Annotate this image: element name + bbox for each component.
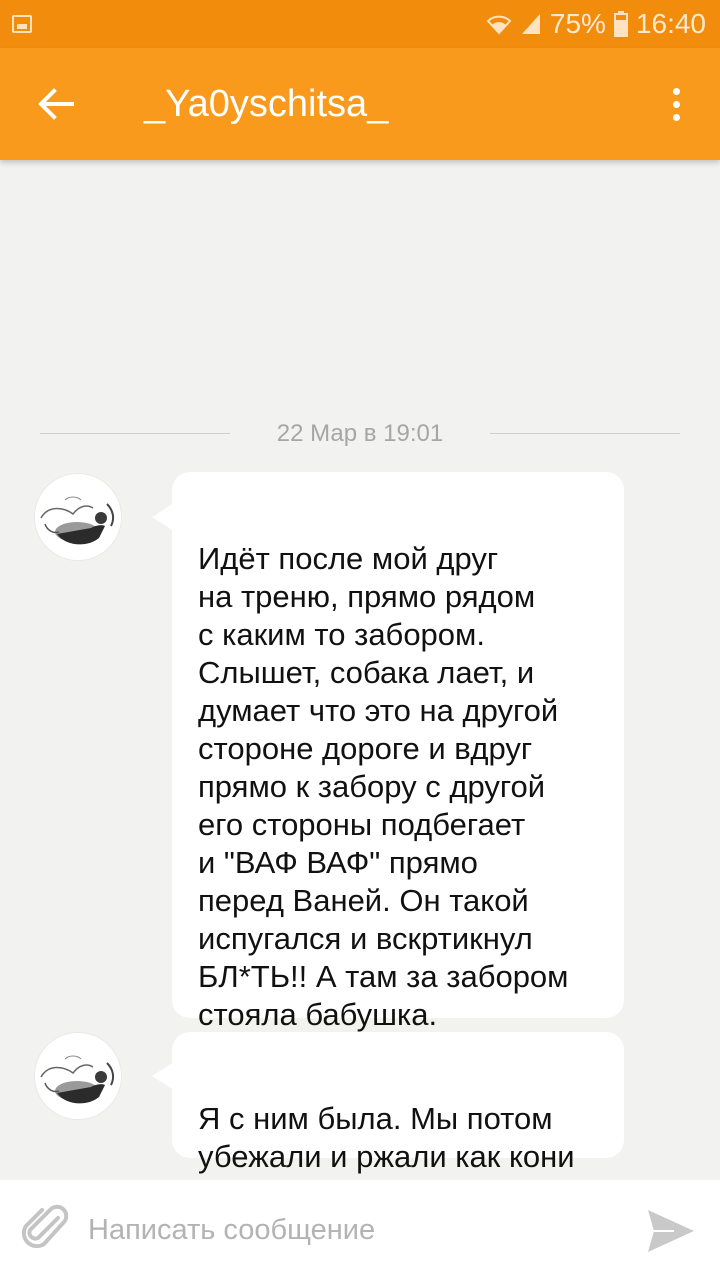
send-icon: [648, 1210, 694, 1252]
divider-line: [490, 433, 680, 434]
wifi-icon: [486, 13, 512, 35]
send-button[interactable]: [644, 1204, 698, 1258]
message-bubble[interactable]: Я с ним была. Мы потом убежали и ржали к…: [172, 1032, 624, 1174]
bubble-tail: [152, 1062, 174, 1090]
gallery-notification-icon: [12, 15, 32, 33]
arrow-left-icon: [38, 88, 74, 120]
back-button[interactable]: [30, 78, 82, 130]
more-options-button[interactable]: [660, 78, 692, 130]
avatar[interactable]: [34, 473, 122, 561]
status-bar: 75% 16:40: [0, 0, 720, 48]
date-separator: 22 Мар в 19:01: [40, 418, 680, 450]
attach-button[interactable]: [20, 1204, 72, 1256]
signal-icon: [520, 12, 542, 36]
battery-percent: 75%: [549, 8, 606, 39]
message-bubble[interactable]: Идёт после мой друг на треню, прямо рядо…: [172, 472, 624, 1032]
status-indicators: 75% 16:40: [486, 7, 706, 41]
paperclip-icon: [21, 1204, 69, 1249]
date-text: 22 Мар в 19:01: [276, 420, 444, 447]
bubble-tail: [152, 503, 174, 531]
message-text: Идёт после мой друг на треню, прямо рядо…: [198, 541, 569, 1032]
divider-line: [40, 433, 230, 434]
message-input[interactable]: [88, 1200, 608, 1260]
message-text: Я с ним была. Мы потом убежали и ржали к…: [198, 1101, 575, 1174]
chat-title[interactable]: _Ya0yschitsa_: [144, 78, 388, 130]
avatar-image: [35, 474, 121, 560]
clock: 16:40: [635, 8, 706, 39]
app-bar: _Ya0yschitsa_: [0, 48, 720, 160]
message-composer: [0, 1180, 720, 1280]
battery-icon: [613, 11, 628, 37]
avatar-image: [35, 1033, 121, 1119]
avatar[interactable]: [34, 1032, 122, 1120]
more-vert-icon: [672, 87, 680, 95]
